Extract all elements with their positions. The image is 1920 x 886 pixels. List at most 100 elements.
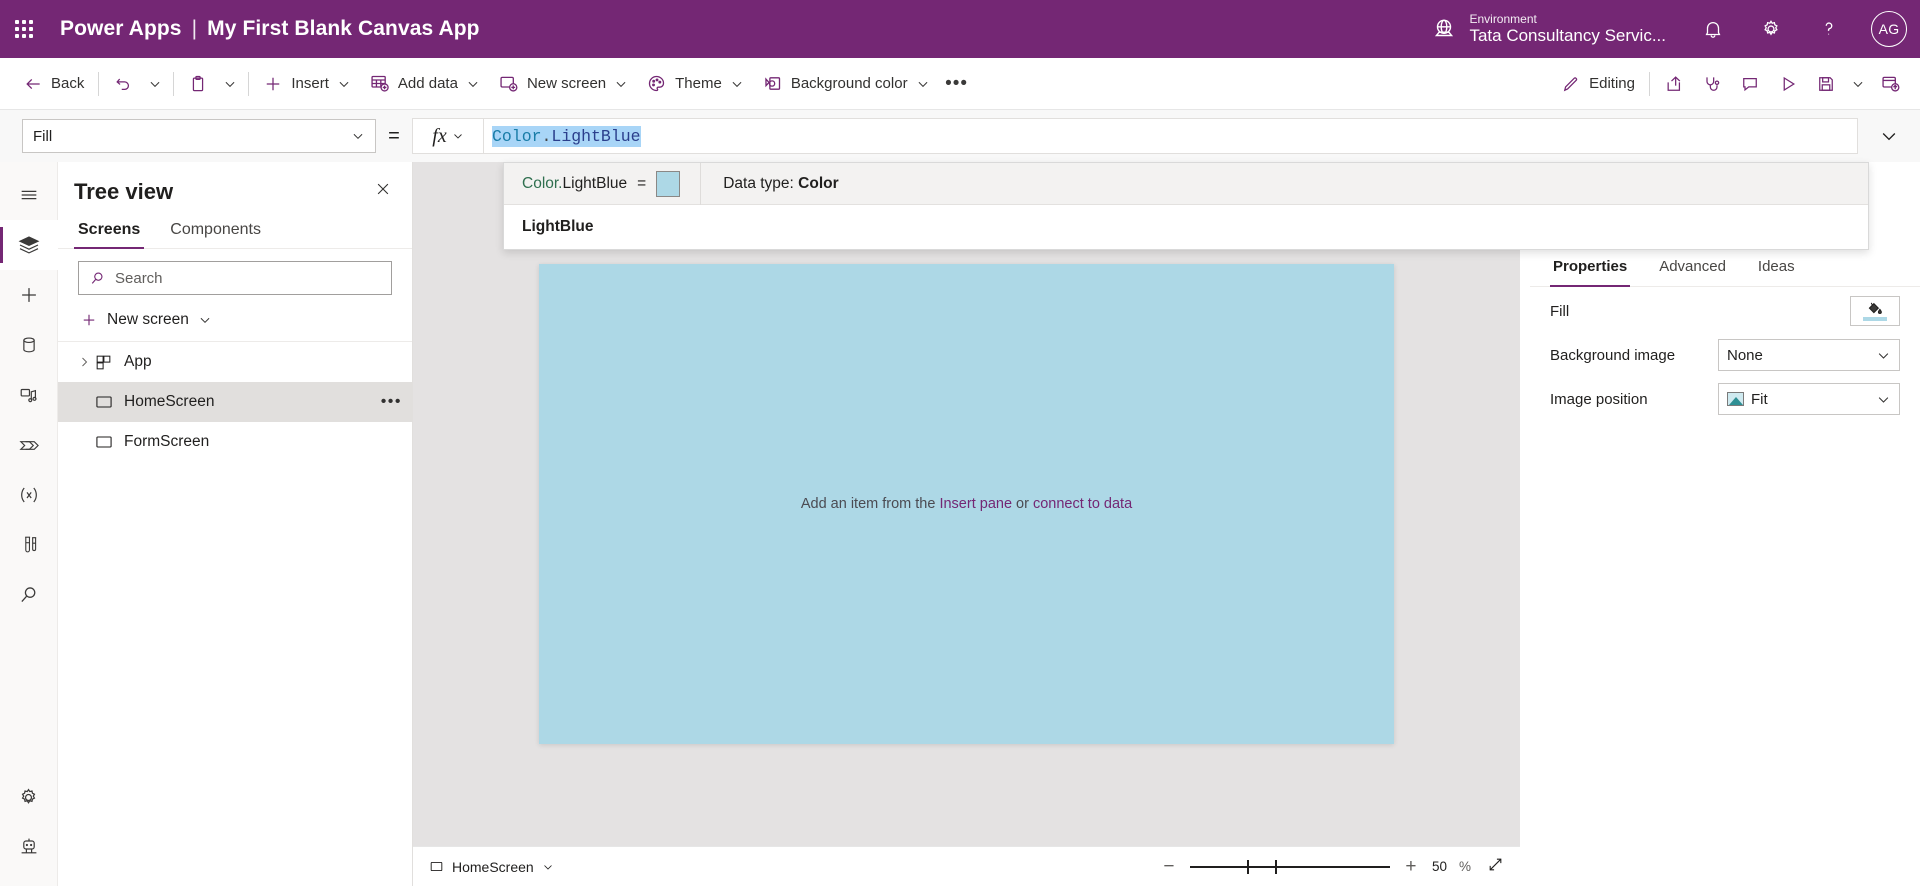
- back-button[interactable]: Back: [14, 64, 93, 104]
- help-button[interactable]: [1800, 0, 1858, 58]
- user-account-button[interactable]: AG: [1858, 0, 1920, 58]
- intellisense-signature: Color.LightBlue =: [522, 170, 700, 197]
- undo-dropdown[interactable]: [142, 64, 168, 104]
- tree-item-more-button[interactable]: •••: [381, 393, 402, 411]
- chevron-down-icon: [339, 81, 349, 87]
- fit-to-screen-button[interactable]: [1483, 856, 1504, 878]
- status-screen-selector[interactable]: HomeScreen: [429, 859, 554, 875]
- chevron-down-icon: [918, 81, 928, 87]
- preview-app-button[interactable]: [1769, 64, 1807, 104]
- connect-to-data-link[interactable]: connect to data: [1033, 496, 1132, 512]
- tab-ideas[interactable]: Ideas: [1755, 250, 1798, 286]
- rail-item-hamburger[interactable]: [0, 170, 58, 220]
- fx-button[interactable]: fx: [412, 118, 484, 154]
- intellisense-header: Color.LightBlue = Data type: Color: [504, 162, 1868, 205]
- screen-glyph: [96, 436, 112, 448]
- comments-button[interactable]: [1731, 64, 1769, 104]
- theme-button[interactable]: Theme: [637, 64, 753, 104]
- save-dropdown[interactable]: [1845, 64, 1871, 104]
- environment-picker[interactable]: Environment Tata Consultancy Servic...: [1431, 12, 1684, 47]
- insert-pane-link[interactable]: Insert pane: [939, 496, 1012, 512]
- chevron-right-icon[interactable]: [74, 356, 94, 368]
- zoom-slider[interactable]: [1189, 858, 1390, 876]
- rail-item-media[interactable]: [0, 370, 58, 420]
- fill-color-button[interactable]: [1850, 296, 1900, 326]
- publish-button[interactable]: [1871, 64, 1910, 104]
- share-button[interactable]: [1655, 64, 1693, 104]
- tree-view-panel: Tree view Screens Components Search New …: [58, 162, 413, 886]
- variables-icon: [20, 487, 37, 503]
- background-color-label: Background color: [790, 75, 908, 92]
- copilot-robot-icon: [21, 838, 36, 854]
- editing-mode-button[interactable]: Editing: [1552, 64, 1644, 104]
- notifications-button[interactable]: [1684, 0, 1742, 58]
- app-launcher-button[interactable]: [0, 0, 48, 58]
- formula-bar: Fill = fx Color.LightBlue: [0, 110, 1920, 162]
- tree-item-app[interactable]: App: [58, 342, 412, 382]
- formula-bar-expand-button[interactable]: [1858, 110, 1920, 162]
- rail-item-variables[interactable]: [0, 470, 58, 520]
- close-icon[interactable]: [370, 176, 396, 207]
- gear-icon: [1764, 20, 1778, 36]
- chevron-down-icon: [1882, 133, 1896, 141]
- theme-label: Theme: [675, 75, 722, 92]
- brand: Power Apps | My First Blank Canvas App: [60, 17, 480, 41]
- paste-dropdown[interactable]: [217, 64, 243, 104]
- rail-item-copilot[interactable]: [0, 822, 58, 872]
- zoom-slider-thumb[interactable]: [1246, 859, 1249, 874]
- canvas-area[interactable]: Add an item from the Insert pane or conn…: [413, 162, 1520, 846]
- property-selector-value: Fill: [33, 127, 53, 145]
- add-data-button[interactable]: Add data: [360, 64, 489, 104]
- new-screen-label: New screen: [526, 75, 607, 92]
- image-position-dropdown[interactable]: Fit: [1718, 383, 1900, 415]
- rail-item-settings[interactable]: [0, 772, 58, 822]
- save-button[interactable]: [1807, 64, 1845, 104]
- property-control-image-position: Fit: [1718, 383, 1900, 415]
- tree-item-homescreen[interactable]: HomeScreen •••: [58, 382, 412, 422]
- app-screen-canvas[interactable]: Add an item from the Insert pane or conn…: [539, 264, 1394, 744]
- insert-button[interactable]: Insert: [254, 64, 360, 104]
- chevron-down-icon: [1853, 81, 1863, 87]
- settings-button[interactable]: [1742, 0, 1800, 58]
- rail-item-search[interactable]: [0, 570, 58, 620]
- rail-item-tree-view[interactable]: [0, 220, 58, 270]
- background-color-button[interactable]: Background color: [753, 64, 939, 104]
- undo-icon: [116, 78, 130, 90]
- equals-sign: =: [388, 124, 400, 147]
- rail-item-power-automate[interactable]: [0, 420, 58, 470]
- brand-separator: |: [191, 17, 198, 40]
- chevron-down-icon: [1878, 396, 1889, 403]
- intellisense-signature-name: LightBlue: [562, 174, 628, 192]
- insert-label: Insert: [291, 75, 329, 92]
- tab-properties[interactable]: Properties: [1550, 250, 1631, 287]
- app-grid-icon: [94, 353, 124, 372]
- publish-icon: [1882, 76, 1900, 92]
- cmd-divider: [98, 71, 100, 96]
- globe-icon: [1435, 19, 1454, 37]
- undo-button[interactable]: [104, 64, 142, 104]
- search-input[interactable]: Search: [78, 261, 392, 295]
- tree-item-formscreen[interactable]: FormScreen: [58, 422, 412, 462]
- left-icon-rail: [0, 162, 58, 886]
- zoom-out-button[interactable]: −: [1160, 856, 1178, 878]
- more-commands-button[interactable]: •••: [939, 64, 975, 104]
- rail-item-app-checker[interactable]: [0, 520, 58, 570]
- tab-screens[interactable]: Screens: [74, 215, 145, 249]
- tab-components[interactable]: Components: [166, 215, 265, 248]
- intellisense-datatype-value: Color: [798, 174, 839, 192]
- paste-button[interactable]: [179, 64, 217, 104]
- zoom-in-button[interactable]: +: [1402, 856, 1420, 878]
- command-bar: Back Insert Add data New screen Theme Ba…: [0, 58, 1920, 110]
- property-selector[interactable]: Fill: [22, 119, 376, 153]
- new-screen-button[interactable]: New screen: [58, 301, 412, 342]
- rail-item-data[interactable]: [0, 320, 58, 370]
- layers-icon: [18, 236, 39, 254]
- new-screen-button[interactable]: New screen: [489, 64, 637, 104]
- zoom-slider-default-tick: [1274, 859, 1277, 874]
- bell-icon: [1705, 22, 1721, 38]
- tab-advanced[interactable]: Advanced: [1656, 250, 1729, 286]
- formula-input[interactable]: Color.LightBlue: [484, 118, 1858, 154]
- rail-item-insert[interactable]: [0, 270, 58, 320]
- app-checker-button[interactable]: [1693, 64, 1731, 104]
- background-image-dropdown[interactable]: None: [1718, 339, 1900, 371]
